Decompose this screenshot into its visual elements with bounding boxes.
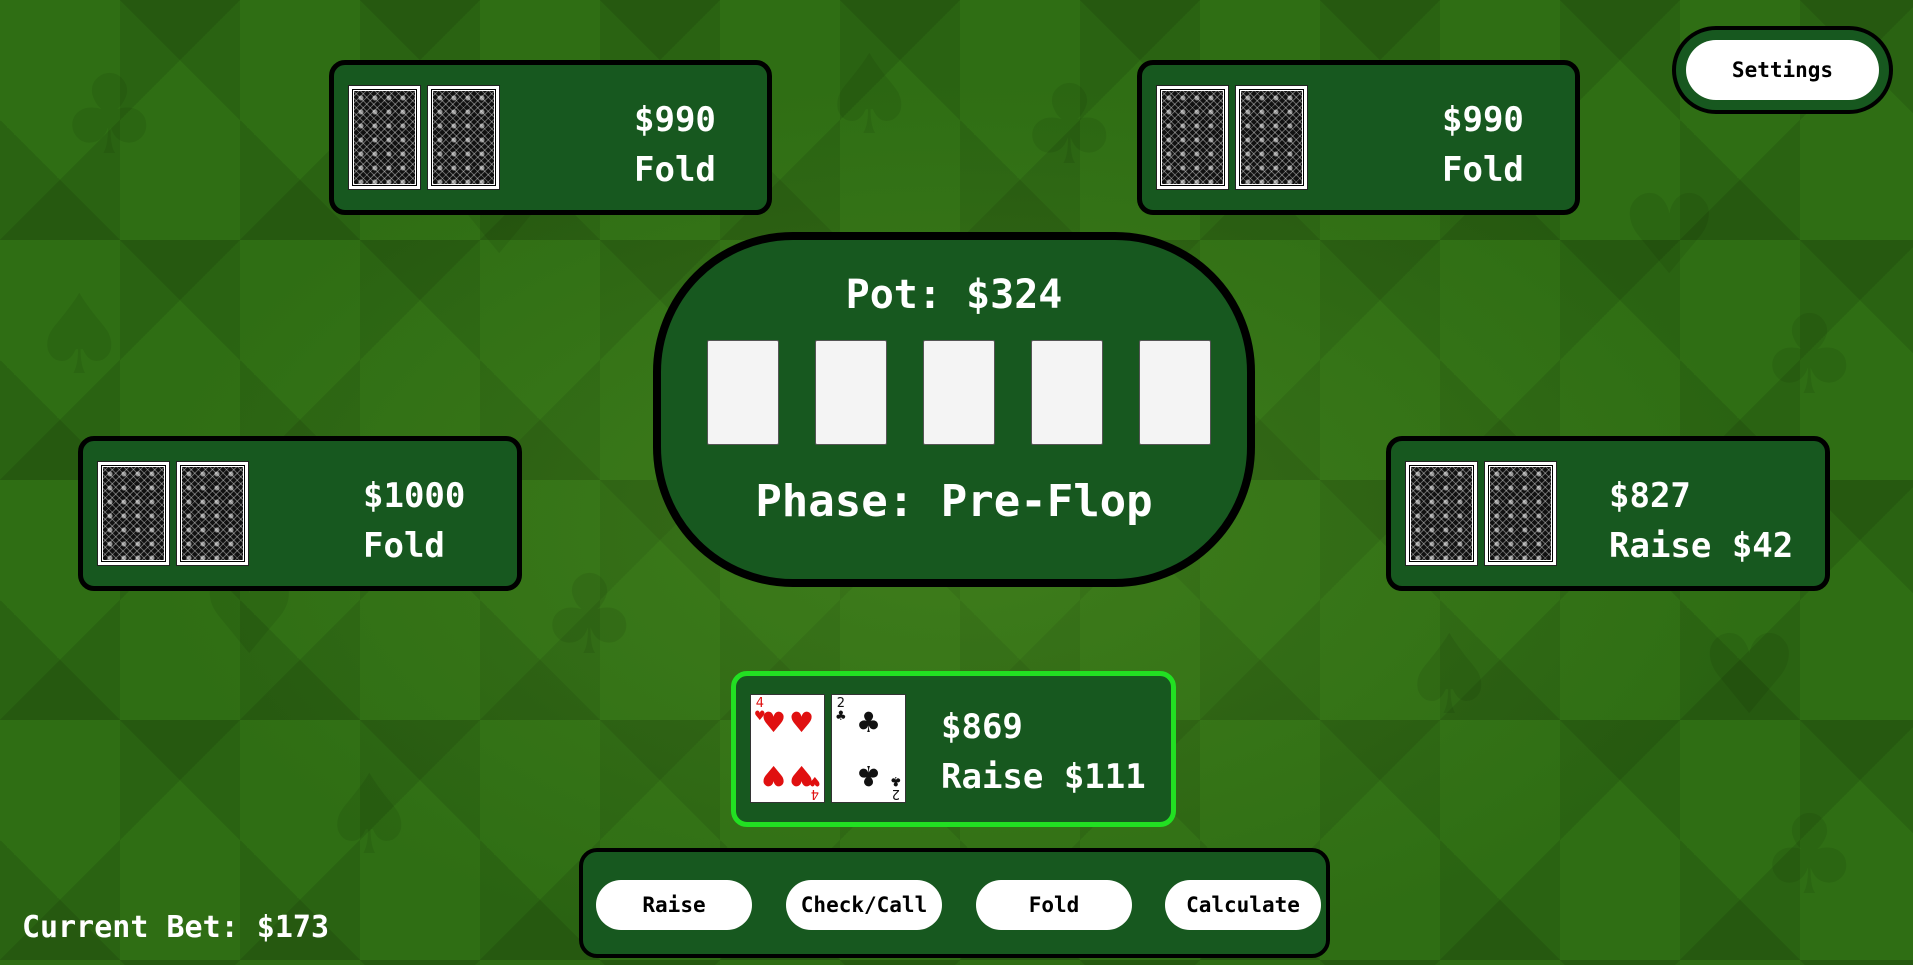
player-panel: 4 ♥ ♥ ♥ ♥ ♥ 4 ♥ 2 ♣ ♣ ♣ 2 ♣ $869 Raise $111: [731, 671, 1176, 827]
heart-pip-icon: ♥: [789, 706, 815, 739]
background-suit-pattern: ♠: [1400, 611, 1499, 739]
background-suit-pattern: ♥: [1620, 171, 1719, 299]
action-bar: Raise Check/Call Fold Calculate: [579, 848, 1330, 958]
card-back: [1405, 461, 1478, 566]
heart-pip-icon: ♥: [761, 706, 787, 739]
card-corner: 4 ♥: [809, 773, 821, 801]
opponent-money: $990: [634, 100, 716, 140]
card-back: [97, 461, 170, 566]
opponent-hand: [1156, 85, 1308, 190]
community-card-slot: [1139, 340, 1211, 445]
opponent-info: $990 Fold: [1442, 95, 1524, 195]
player-card-two-of-clubs: 2 ♣ ♣ ♣ 2 ♣: [831, 694, 906, 803]
settings-button[interactable]: Settings: [1686, 40, 1879, 100]
card-corner: 2 ♣: [835, 696, 847, 724]
community-card-slot: [815, 340, 887, 445]
heart-pip-icon: ♥: [761, 759, 787, 792]
background-suit-pattern: ♣: [1760, 791, 1859, 919]
card-back: [1156, 85, 1229, 190]
card-back: [176, 461, 249, 566]
card-back: [348, 85, 421, 190]
opponent-status: Fold: [363, 526, 445, 566]
check-call-button[interactable]: Check/Call: [786, 880, 942, 930]
background-suit-pattern: ♣: [1760, 291, 1859, 419]
game-phase: Phase: Pre-Flop: [755, 476, 1153, 527]
club-pip-icon: ♣: [856, 706, 882, 739]
card-back: [1235, 85, 1308, 190]
opponent-status: Raise $42: [1609, 526, 1794, 566]
player-status: Raise $111: [941, 757, 1146, 797]
community-card-slot: [1031, 340, 1103, 445]
community-cards: [707, 340, 1211, 445]
player-hand: 4 ♥ ♥ ♥ ♥ ♥ 4 ♥ 2 ♣ ♣ ♣ 2 ♣: [750, 694, 906, 803]
background-suit-pattern: ♣: [60, 51, 159, 179]
opponent-status: Fold: [634, 150, 716, 190]
opponent-money: $1000: [363, 476, 466, 516]
card-corner: 2 ♣: [890, 773, 902, 801]
opponent-info: $990 Fold: [634, 95, 716, 195]
player-money: $869: [941, 707, 1023, 747]
raise-button[interactable]: Raise: [596, 880, 752, 930]
pot-amount: Pot: $324: [845, 272, 1063, 318]
opponent-panel-top-right: $990 Fold: [1137, 60, 1580, 215]
opponent-status: Fold: [1442, 150, 1524, 190]
opponent-money: $990: [1442, 100, 1524, 140]
background-suit-pattern: ♠: [30, 271, 129, 399]
opponent-hand: [1405, 461, 1557, 566]
background-suit-pattern: ♠: [820, 31, 919, 159]
card-back: [427, 85, 500, 190]
card-back: [1484, 461, 1557, 566]
background-suit-pattern: ♣: [1020, 61, 1119, 189]
fold-button[interactable]: Fold: [976, 880, 1132, 930]
current-bet: Current Bet: $173: [22, 910, 330, 945]
community-card-slot: [707, 340, 779, 445]
calculate-button[interactable]: Calculate: [1165, 880, 1321, 930]
player-info: $869 Raise $111: [941, 702, 1146, 802]
pot-table: Pot: $324 Phase: Pre-Flop: [653, 232, 1255, 587]
background-suit-pattern: ♠: [320, 751, 419, 879]
community-card-slot: [923, 340, 995, 445]
opponent-info: $827 Raise $42: [1609, 471, 1793, 571]
opponent-hand: [97, 461, 249, 566]
player-card-four-of-hearts: 4 ♥ ♥ ♥ ♥ ♥ 4 ♥: [750, 694, 825, 803]
background-suit-pattern: ♣: [540, 551, 639, 679]
background-suit-pattern: ♥: [1700, 611, 1799, 739]
club-pip-icon: ♣: [856, 759, 882, 792]
opponent-panel-top-left: $990 Fold: [329, 60, 772, 215]
opponent-panel-mid-right: $827 Raise $42: [1386, 436, 1830, 591]
opponent-info: $1000 Fold: [363, 471, 465, 571]
opponent-panel-mid-left: $1000 Fold: [78, 436, 522, 591]
opponent-money: $827: [1609, 476, 1691, 516]
opponent-hand: [348, 85, 500, 190]
settings-container: Settings: [1672, 26, 1893, 114]
